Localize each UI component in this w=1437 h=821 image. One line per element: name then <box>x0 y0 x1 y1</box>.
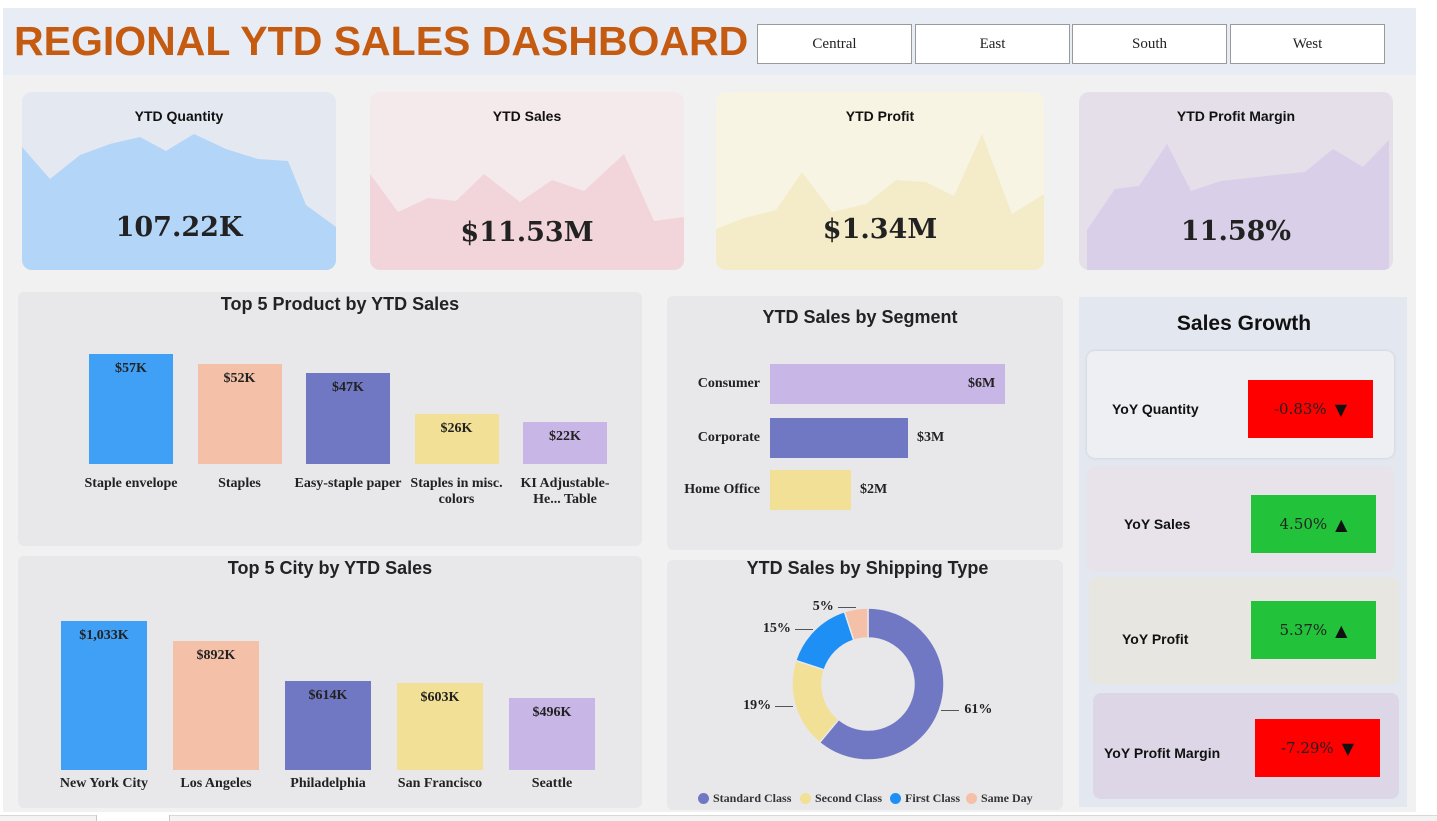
growth-label: YoY Profit Margin <box>1104 745 1221 761</box>
donut-leader-line <box>941 710 960 712</box>
sales-growth-title: Sales Growth <box>1176 312 1312 335</box>
product-value-label: $26K <box>440 421 473 436</box>
kpi-value: 107.22K <box>115 212 243 243</box>
kpi-card-ytd-sales: YTD Sales $11.53M <box>370 92 684 270</box>
product-value-label: $57K <box>115 361 147 376</box>
kpi-value: $11.53M <box>460 217 594 248</box>
product-value-label: $47K <box>332 380 364 395</box>
kpi-value: 11.58% <box>1180 216 1292 247</box>
active-sheet-tab[interactable] <box>96 815 170 821</box>
kpi-value: $1.34M <box>822 214 938 245</box>
arrow-down-icon: ▼ <box>1334 399 1348 419</box>
segment-label: Consumer <box>697 376 760 391</box>
donut-pct-label: 61% <box>964 702 993 718</box>
legend-label: Same Day <box>981 791 1033 805</box>
region-button-west[interactable]: West <box>1230 24 1385 64</box>
kpi-title: YTD Profit <box>845 108 915 124</box>
arrow-up-icon: ▲ <box>1335 620 1348 640</box>
city-category-label: New York City <box>59 776 149 791</box>
legend-item: First Class <box>890 791 960 806</box>
donut-leader-line <box>775 705 794 707</box>
legend-item: Standard Class <box>698 791 791 806</box>
legend-label: Second Class <box>815 791 883 805</box>
city-value-label: $496K <box>532 705 572 720</box>
legend-color-dot <box>800 793 811 804</box>
legend-color-dot <box>966 793 977 804</box>
segment-value-label: $6M <box>968 376 996 391</box>
growth-value: -0.83% <box>1273 400 1327 418</box>
kpi-title: YTD Sales <box>492 108 562 124</box>
kpi-title: YTD Quantity <box>134 108 224 124</box>
legend-item: Same Day <box>966 791 1033 806</box>
product-category-label: Easy-staple paper <box>294 476 402 491</box>
product-category-label: KI Adjustable-He... Table <box>520 476 610 507</box>
page-title: REGIONAL YTD SALES DASHBOARD <box>14 18 749 64</box>
top-cities-title: Top 5 City by YTD Sales <box>227 558 433 578</box>
growth-label: YoY Profit <box>1122 631 1189 647</box>
product-value-label: $52K <box>223 371 256 386</box>
legend-color-dot <box>890 793 901 804</box>
arrow-up-icon: ▲ <box>1335 514 1348 534</box>
segment-label: Corporate <box>697 430 760 445</box>
legend-color-dot <box>698 793 709 804</box>
region-button-south[interactable]: South <box>1072 24 1227 64</box>
donut-leader-line <box>794 628 813 630</box>
segment-bar <box>770 418 908 458</box>
donut-leader-line <box>837 606 856 608</box>
city-value-label: $1,033K <box>79 628 129 643</box>
shipping-donut-chart <box>791 607 945 761</box>
kpi-title: YTD Profit Margin <box>1176 108 1296 124</box>
city-category-label: Seattle <box>531 776 573 791</box>
product-category-label: Staples <box>218 476 261 491</box>
product-category-label: Staples in misc. colors <box>410 476 503 507</box>
growth-label: YoY Sales <box>1124 516 1191 532</box>
city-value-label: $603K <box>420 690 460 705</box>
kpi-card-ytd-profit: YTD Profit $1.34M <box>716 92 1044 270</box>
product-category-label: Staple envelope <box>84 476 178 491</box>
city-category-label: San Francisco <box>397 776 483 791</box>
growth-value-box: -7.29% ▼ <box>1255 719 1380 777</box>
donut-pct-label: 5% <box>812 598 834 614</box>
growth-value-box: 4.50% ▲ <box>1251 495 1376 553</box>
segment-title: YTD Sales by Segment <box>762 307 958 327</box>
legend-label: Standard Class <box>713 791 792 805</box>
arrow-down-icon: ▼ <box>1341 738 1355 758</box>
donut-slice-first-class <box>794 610 855 671</box>
region-button-east[interactable]: East <box>915 24 1070 64</box>
growth-label: YoY Quantity <box>1112 401 1199 417</box>
kpi-card-ytd-profit-margin: YTD Profit Margin 11.58% <box>1079 92 1393 270</box>
sheet-tab-strip <box>0 815 1437 821</box>
shipping-title: YTD Sales by Shipping Type <box>746 558 989 578</box>
donut-pct-label: 19% <box>743 697 772 713</box>
growth-value: 5.37% <box>1279 621 1328 639</box>
donut-pct-label: 15% <box>762 620 791 636</box>
product-value-label: $22K <box>549 429 581 444</box>
region-button-central[interactable]: Central <box>757 24 912 64</box>
city-category-label: Los Angeles <box>180 776 252 791</box>
segment-bar <box>770 470 851 510</box>
top-products-title: Top 5 Product by YTD Sales <box>220 294 460 314</box>
city-category-label: Philadelphia <box>290 776 366 791</box>
legend-label: First Class <box>905 791 960 805</box>
growth-value: -7.29% <box>1280 739 1334 757</box>
kpi-card-ytd-quantity: YTD Quantity 107.22K <box>22 92 336 270</box>
city-value-label: $614K <box>308 688 348 703</box>
segment-label: Home Office <box>684 482 760 497</box>
growth-value-box: -0.83% ▼ <box>1248 380 1373 438</box>
city-value-label: $892K <box>196 648 236 663</box>
segment-value-label: $2M <box>860 482 888 497</box>
growth-value: 4.50% <box>1279 515 1328 533</box>
segment-value-label: $3M <box>917 430 945 445</box>
legend-item: Second Class <box>800 791 882 806</box>
growth-value-box: 5.37% ▲ <box>1251 601 1376 659</box>
